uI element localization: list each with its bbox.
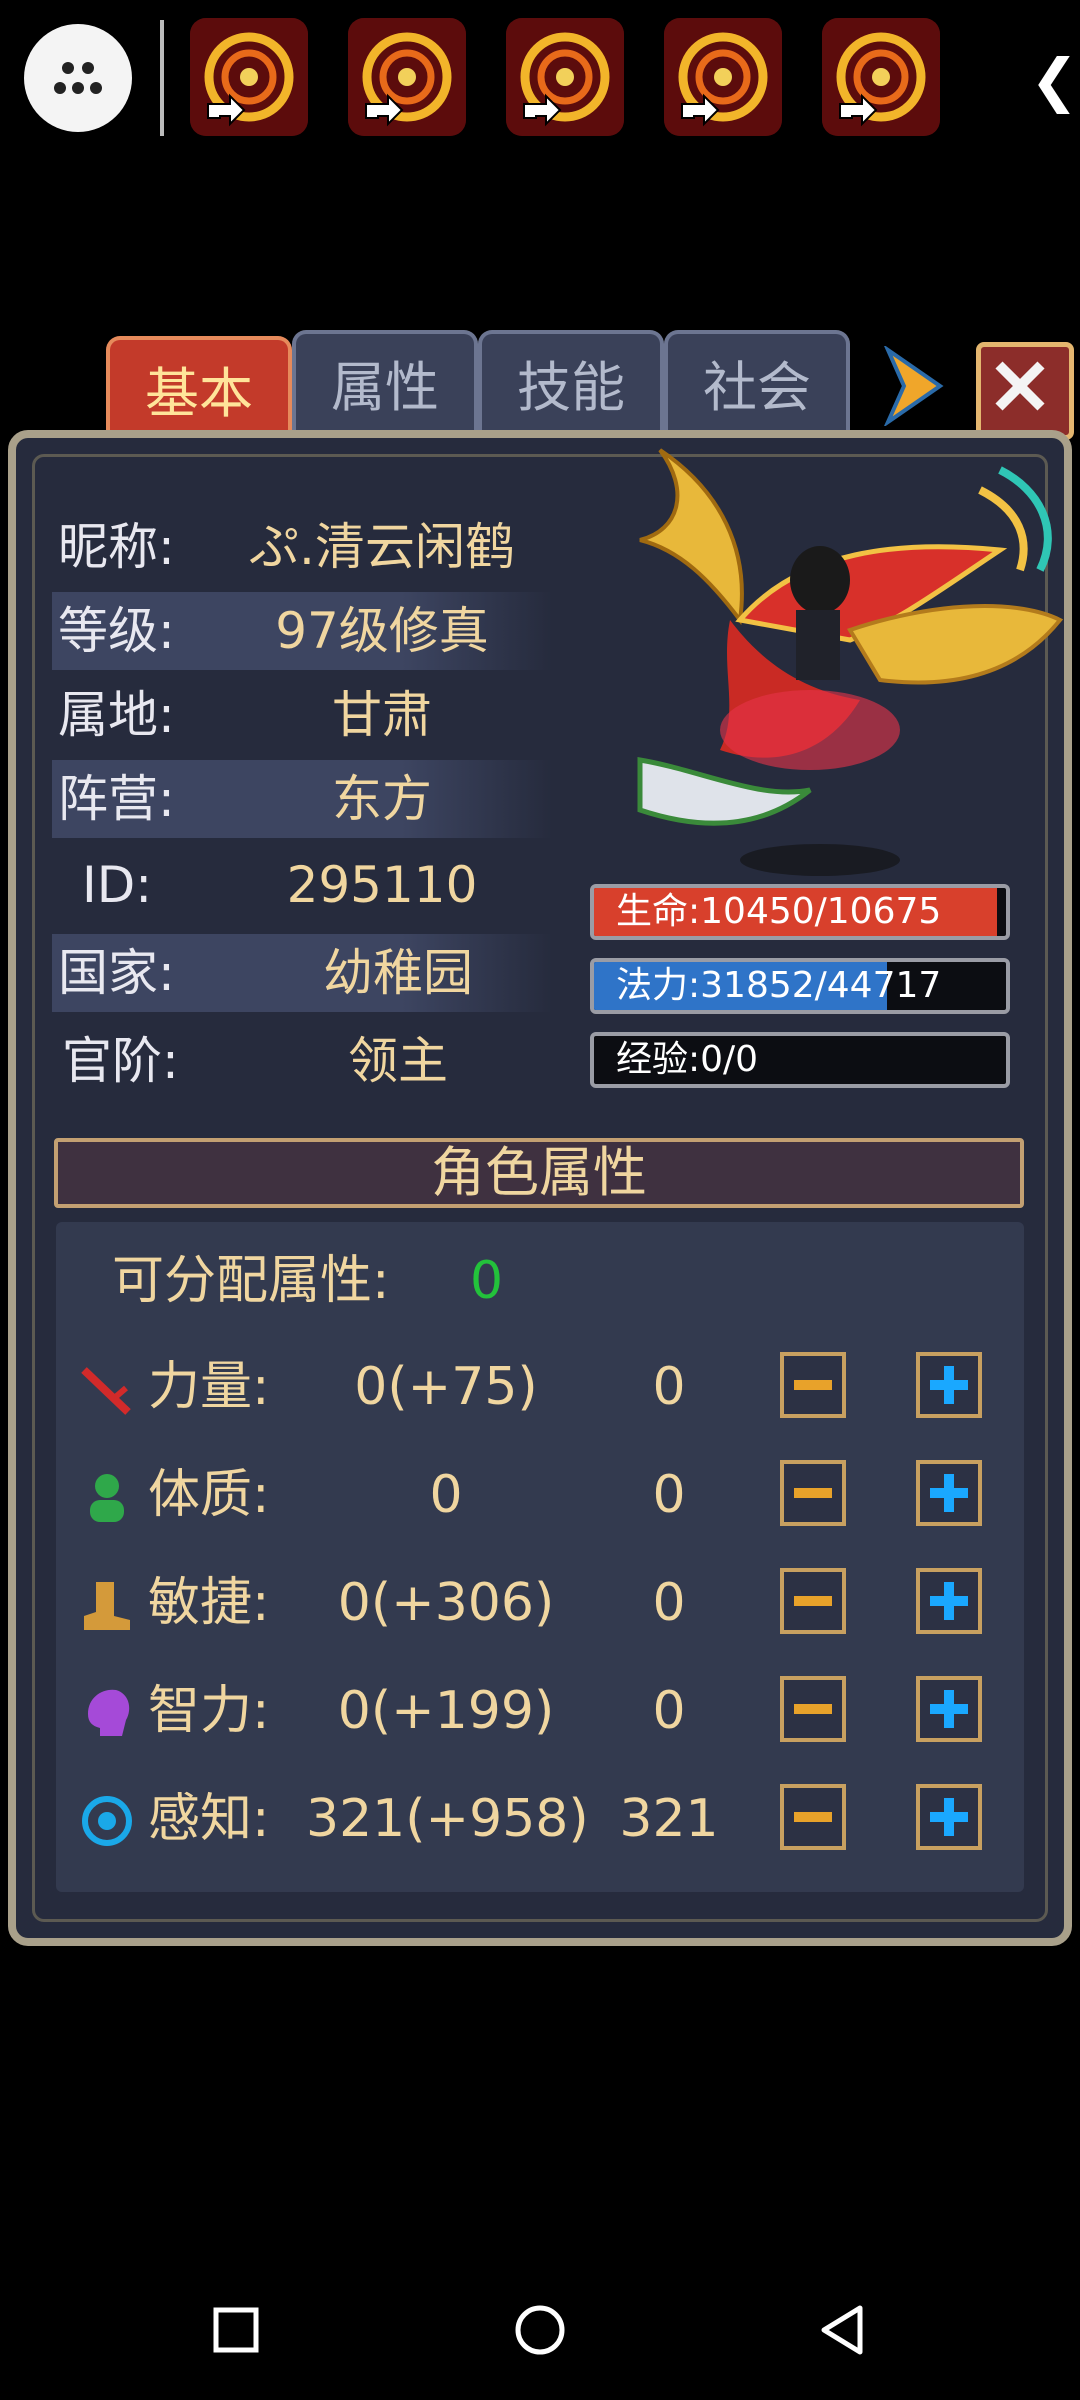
game-shortcut-3[interactable] xyxy=(506,18,624,136)
section-title: 角色属性 xyxy=(54,1138,1024,1208)
id-value: 295110 xyxy=(286,856,478,914)
phoenix-mount-icon xyxy=(637,448,1064,876)
rank-label: 官阶: xyxy=(62,1032,179,1090)
nickname-value: ぷ.清云闲鹤 xyxy=(249,518,515,576)
increase-agility-button[interactable] xyxy=(916,1568,982,1634)
decrease-agility-button[interactable] xyxy=(780,1568,846,1634)
menu-dot-icon xyxy=(90,82,102,94)
stat-value: 0(+306) xyxy=(337,1573,555,1633)
allocatable-points-value: 0 xyxy=(470,1251,504,1311)
stat-value: 0(+199) xyxy=(337,1681,555,1741)
stat-value: 321(+958) xyxy=(306,1789,589,1849)
menu-dot-icon xyxy=(82,62,94,74)
decrease-constitution-button[interactable] xyxy=(780,1460,846,1526)
stat-row-agility: 敏捷: 0(+306) 0 xyxy=(74,1558,1014,1648)
game-shortcut-2[interactable] xyxy=(348,18,466,136)
dragon-emblem-icon xyxy=(664,18,782,136)
tab-skills[interactable]: 技能 xyxy=(478,330,664,444)
allocatable-points-label: 可分配属性: xyxy=(112,1251,390,1311)
tab-label: 社会 xyxy=(703,356,811,419)
level-row: 等级: 97级修真 xyxy=(52,592,552,670)
eye-icon xyxy=(82,1796,132,1846)
stat-label: 敏捷: xyxy=(148,1573,270,1633)
boot-icon xyxy=(84,1582,130,1630)
menu-dot-icon xyxy=(72,82,84,94)
game-shortcut-4[interactable] xyxy=(664,18,782,136)
head-icon xyxy=(88,1689,130,1736)
dragon-emblem-icon xyxy=(348,18,466,136)
country-label: 国家: xyxy=(58,944,175,1002)
back-icon[interactable] xyxy=(814,2300,874,2360)
stat-label: 力量: xyxy=(148,1357,270,1417)
camp-label: 阵营: xyxy=(58,770,175,828)
stat-base: 321 xyxy=(619,1789,719,1849)
tab-label: 基本 xyxy=(145,362,253,425)
mp-bar: 法力:31852/44717 xyxy=(590,958,1010,1014)
dragon-emblem-icon xyxy=(506,18,624,136)
camp-value: 东方 xyxy=(332,770,432,828)
stat-value: 0 xyxy=(429,1465,463,1525)
id-label: ID: xyxy=(82,856,153,914)
country-value: 幼稚园 xyxy=(323,944,473,1002)
id-row: ID: 295110 xyxy=(52,846,552,924)
level-label: 等级: xyxy=(58,602,175,660)
menu-dot-icon xyxy=(62,62,74,74)
stat-row-perception: 感知: 321(+958) 321 xyxy=(74,1774,1014,1864)
stat-row-constitution: 体质: 0 0 xyxy=(74,1450,1014,1540)
stat-value: 0(+75) xyxy=(354,1357,538,1417)
close-icon xyxy=(995,361,1045,411)
collapse-arrow-icon[interactable]: ❮ xyxy=(1030,40,1079,120)
menu-dot-icon xyxy=(54,82,66,94)
tab-attributes[interactable]: 属性 xyxy=(292,330,478,444)
increase-constitution-button[interactable] xyxy=(916,1460,982,1526)
next-tab-arrow-icon[interactable] xyxy=(880,346,944,426)
decrease-perception-button[interactable] xyxy=(780,1784,846,1850)
app-menu-button[interactable] xyxy=(24,24,132,132)
mp-bar-text: 法力:31852/44717 xyxy=(616,965,942,1006)
stat-row-strength: 力量: 0(+75) 0 xyxy=(74,1342,1014,1432)
close-button[interactable] xyxy=(976,342,1074,440)
increase-strength-button[interactable] xyxy=(916,1352,982,1418)
decrease-intelligence-button[interactable] xyxy=(780,1676,846,1742)
rank-value: 领主 xyxy=(348,1032,448,1090)
tab-label: 属性 xyxy=(331,356,439,419)
game-shortcut-1[interactable] xyxy=(190,18,308,136)
stat-row-intelligence: 智力: 0(+199) 0 xyxy=(74,1666,1014,1756)
stat-label: 感知: xyxy=(148,1789,270,1849)
decrease-strength-button[interactable] xyxy=(780,1352,846,1418)
stat-label: 体质: xyxy=(148,1465,270,1525)
stat-base: 0 xyxy=(652,1573,686,1633)
increase-intelligence-button[interactable] xyxy=(916,1676,982,1742)
region-value: 甘肃 xyxy=(332,686,432,744)
hp-bar: 生命:10450/10675 xyxy=(590,884,1010,940)
stat-base: 0 xyxy=(652,1681,686,1741)
recent-apps-icon[interactable] xyxy=(206,2300,266,2360)
region-label: 属地: xyxy=(58,686,175,744)
increase-perception-button[interactable] xyxy=(916,1784,982,1850)
region-row: 属地: 甘肃 xyxy=(52,676,552,754)
nickname-row: 昵称: ぷ.清云闲鹤 xyxy=(52,508,552,586)
stat-base: 0 xyxy=(652,1465,686,1525)
tab-social[interactable]: 社会 xyxy=(664,330,850,444)
stat-base: 0 xyxy=(652,1357,686,1417)
exp-bar: 经验:0/0 xyxy=(590,1032,1010,1088)
exp-bar-text: 经验:0/0 xyxy=(616,1039,759,1080)
country-row: 国家: 幼稚园 xyxy=(52,934,552,1012)
hp-bar-text: 生命:10450/10675 xyxy=(616,891,942,932)
game-shortcut-5[interactable] xyxy=(822,18,940,136)
nickname-label: 昵称: xyxy=(58,518,175,576)
home-icon[interactable] xyxy=(510,2300,570,2360)
level-value: 97级修真 xyxy=(275,602,489,660)
stat-label: 智力: xyxy=(148,1681,270,1741)
camp-row: 阵营: 东方 xyxy=(52,760,552,838)
dragon-emblem-icon xyxy=(822,18,940,136)
divider xyxy=(160,20,164,136)
sword-icon xyxy=(81,1367,131,1415)
tab-label: 技能 xyxy=(517,356,625,419)
dragon-emblem-icon xyxy=(190,18,308,136)
rank-row: 官阶: 领主 xyxy=(52,1022,552,1100)
person-icon xyxy=(90,1474,124,1522)
